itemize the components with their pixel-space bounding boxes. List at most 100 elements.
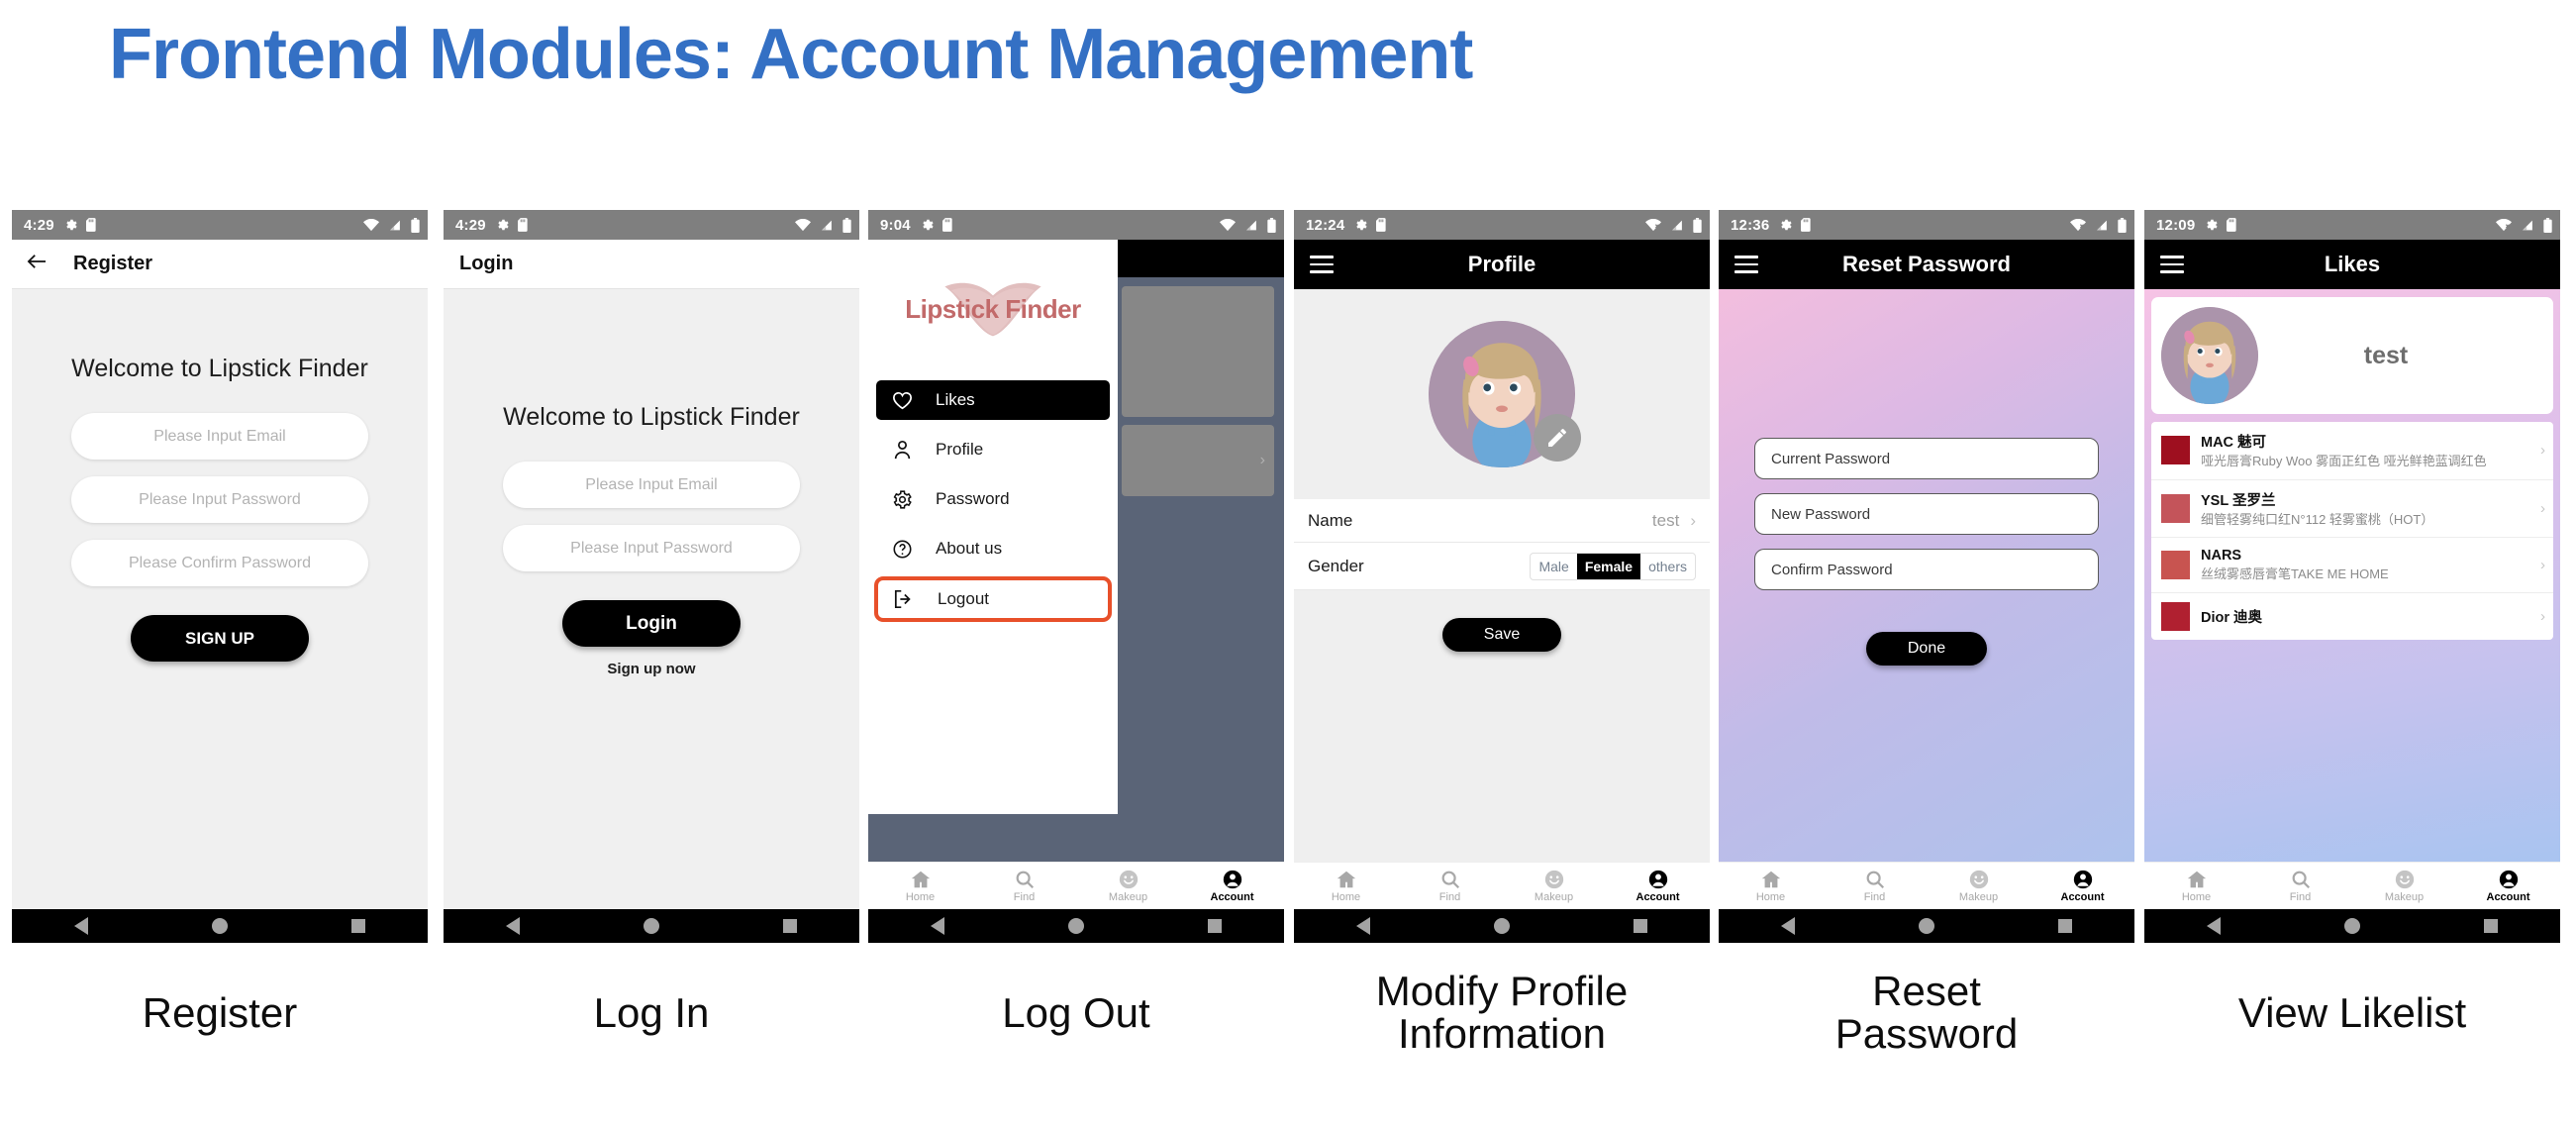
status-time: 4:29: [455, 216, 486, 234]
home-circle-icon[interactable]: [211, 918, 228, 934]
chevron-right-icon: ›: [2540, 556, 2545, 573]
drawer-item-password[interactable]: Password: [876, 479, 1110, 519]
sign-up-now-link[interactable]: Sign up now: [607, 661, 695, 677]
gender-segmented-control[interactable]: Male Female others: [1530, 552, 1696, 580]
nav-item-account[interactable]: Account: [1180, 869, 1284, 903]
drawer-item-about-us[interactable]: About us: [876, 529, 1110, 568]
back-triangle-icon[interactable]: [930, 917, 944, 935]
list-item[interactable]: NARS 丝绒雾感唇膏笔TAKE ME HOME ›: [2151, 538, 2553, 593]
confirm-password-field[interactable]: Confirm Password: [1754, 549, 2099, 590]
password-field[interactable]: Please Input Password: [503, 525, 800, 571]
back-triangle-icon[interactable]: [2206, 917, 2221, 935]
drawer-item-logout[interactable]: Logout: [874, 576, 1112, 622]
gender-option-male[interactable]: Male: [1531, 554, 1576, 579]
avatar-section: [1294, 289, 1710, 499]
home-circle-icon[interactable]: [1067, 918, 1084, 934]
wifi-icon: [1220, 218, 1236, 232]
smiley-icon: [1544, 870, 1563, 889]
home-circle-icon[interactable]: [1918, 918, 1934, 934]
back-triangle-icon[interactable]: [1355, 917, 1370, 935]
color-swatch: [2161, 493, 2190, 523]
nav-item-home[interactable]: Home: [1719, 869, 1823, 903]
nav-label: Makeup: [2384, 891, 2425, 903]
nav-item-account[interactable]: Account: [2031, 869, 2134, 903]
register-body: Welcome to Lipstick Finder Please Input …: [12, 289, 428, 909]
nav-label: Find: [2289, 891, 2312, 903]
app-logo-text: Lipstick Finder: [905, 293, 1081, 324]
avatar-wrapper[interactable]: [1429, 321, 1581, 467]
chevron-right-icon: ›: [2540, 607, 2545, 625]
login-button[interactable]: Login: [562, 600, 741, 647]
status-time: 12:09: [2156, 216, 2196, 234]
hamburger-icon[interactable]: [2160, 256, 2184, 273]
nav-item-makeup[interactable]: Makeup: [1076, 869, 1180, 903]
nav-item-home[interactable]: Home: [868, 869, 972, 903]
nav-item-home[interactable]: Home: [1294, 869, 1398, 903]
edit-avatar-button[interactable]: [1534, 414, 1581, 462]
back-triangle-icon[interactable]: [505, 917, 520, 935]
hamburger-icon[interactable]: [1310, 256, 1334, 273]
drawer-item-likes[interactable]: Likes: [876, 380, 1110, 420]
home-circle-icon[interactable]: [1493, 918, 1510, 934]
recents-square-icon[interactable]: [2058, 919, 2073, 933]
nav-item-makeup[interactable]: Makeup: [1502, 869, 1606, 903]
recents-square-icon[interactable]: [1634, 919, 1648, 933]
list-item[interactable]: Dior 迪奥 ›: [2151, 593, 2553, 640]
recents-square-icon[interactable]: [2484, 919, 2499, 933]
password-field[interactable]: Please Input Password: [71, 476, 368, 523]
back-triangle-icon[interactable]: [1780, 917, 1795, 935]
battery-icon: [411, 217, 420, 233]
home-circle-icon[interactable]: [643, 918, 659, 934]
nav-item-account[interactable]: Account: [1606, 869, 1710, 903]
item-description: 哑光唇膏Ruby Woo 雾面正红色 哑光鲜艳蓝调红色: [2201, 454, 2487, 468]
nav-item-makeup[interactable]: Makeup: [2352, 869, 2456, 903]
email-field[interactable]: Please Input Email: [503, 462, 800, 508]
confirm-password-field[interactable]: Please Confirm Password: [71, 540, 368, 586]
color-swatch: [2161, 436, 2190, 465]
home-circle-icon[interactable]: [2343, 918, 2360, 934]
login-body: Welcome to Lipstick Finder Please Input …: [444, 289, 859, 909]
back-triangle-icon[interactable]: [73, 917, 88, 935]
email-field[interactable]: Please Input Email: [71, 413, 368, 460]
current-password-field[interactable]: Current Password: [1754, 438, 2099, 479]
android-nav-bar: [868, 909, 1284, 943]
recents-square-icon[interactable]: [351, 919, 366, 933]
user-card[interactable]: test: [2151, 297, 2553, 414]
drawer-item-profile[interactable]: Profile: [876, 430, 1110, 469]
android-nav-bar: [444, 909, 859, 943]
caption-profile: Modify Profile Information: [1375, 968, 1629, 1057]
nav-item-find[interactable]: Find: [972, 869, 1076, 903]
list-item[interactable]: MAC 魅可 哑光唇膏Ruby Woo 雾面正红色 哑光鲜艳蓝调红色 ›: [2151, 422, 2553, 480]
nav-item-find[interactable]: Find: [1823, 869, 1927, 903]
list-item-text: MAC 魅可 哑光唇膏Ruby Woo 雾面正红色 哑光鲜艳蓝调红色: [2201, 431, 2529, 470]
new-password-field[interactable]: New Password: [1754, 493, 2099, 535]
app-bar-title: Login: [459, 253, 514, 274]
profile-row-name[interactable]: Name test ›: [1294, 499, 1710, 543]
status-bar: 9:04: [868, 210, 1284, 240]
nav-item-home[interactable]: Home: [2144, 869, 2248, 903]
color-swatch: [2161, 601, 2190, 631]
gender-option-female[interactable]: Female: [1576, 553, 1641, 579]
sign-up-button[interactable]: SIGN UP: [131, 615, 309, 662]
search-icon: [1441, 871, 1459, 889]
home-icon: [1761, 871, 1780, 888]
done-button[interactable]: Done: [1866, 632, 1987, 666]
nav-item-account[interactable]: Account: [2456, 869, 2560, 903]
sd-card-icon: [1376, 218, 1387, 232]
android-nav-bar: [1294, 909, 1710, 943]
nav-item-find[interactable]: Find: [2248, 869, 2352, 903]
gender-option-others[interactable]: others: [1640, 554, 1695, 579]
list-item[interactable]: YSL 圣罗兰 细管轻雾纯口红N°112 轻雾蜜桃（HOT） ›: [2151, 480, 2553, 539]
nav-item-find[interactable]: Find: [1398, 869, 1502, 903]
chevron-right-icon: ›: [2540, 442, 2545, 460]
recents-square-icon[interactable]: [783, 919, 798, 933]
drawer-scrim[interactable]: › Lipstick Finder Likes Profile Password…: [868, 240, 1284, 862]
recents-square-icon[interactable]: [1208, 919, 1223, 933]
save-button[interactable]: Save: [1442, 618, 1561, 652]
hamburger-icon[interactable]: [1734, 256, 1758, 273]
nav-item-makeup[interactable]: Makeup: [1927, 869, 2031, 903]
arrow-left-icon[interactable]: [26, 253, 48, 275]
app-logo: Lipstick Finder: [868, 240, 1118, 378]
battery-icon: [2118, 217, 2127, 233]
signal-icon: [2521, 219, 2534, 232]
